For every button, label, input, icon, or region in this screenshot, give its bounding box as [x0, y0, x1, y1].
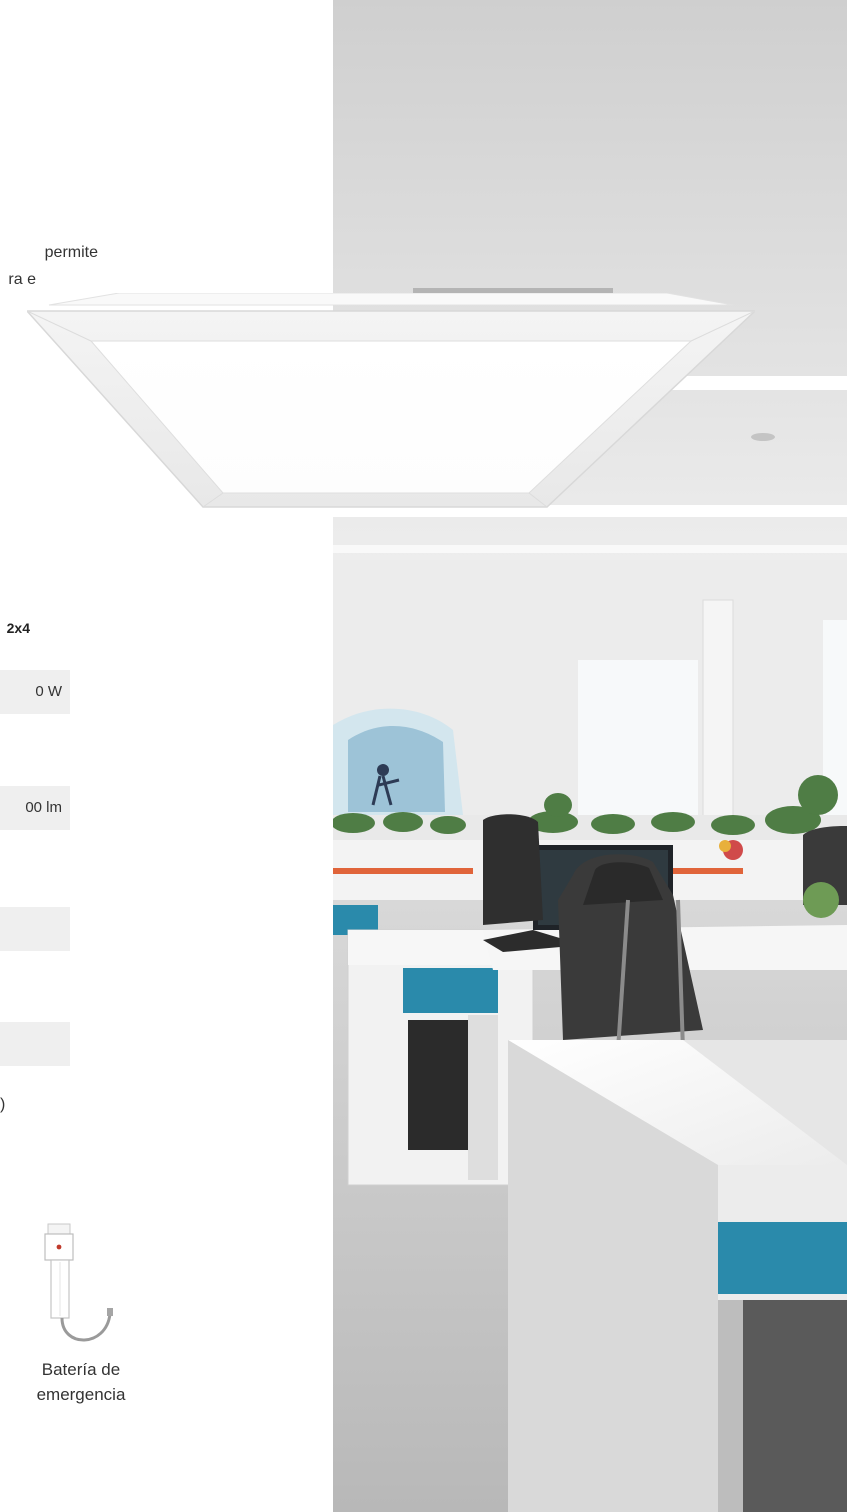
spec-value-flux: 00 lm — [0, 786, 70, 830]
led-panel-image — [27, 293, 755, 508]
spec-column-header: 2x4 — [6, 620, 30, 636]
description-line-1: permite — [44, 244, 98, 261]
emergency-battery-icon — [44, 1223, 113, 1342]
office-scene-illustration — [333, 0, 847, 1512]
product-info-column: permite ra e 2x4 0 W 00 lm ) Batería de … — [0, 0, 333, 1512]
spec-value-4 — [0, 1022, 70, 1066]
office-photo — [333, 0, 847, 1512]
spec-value-3 — [0, 907, 70, 951]
emergency-battery-label: Batería de emergencia — [36, 1360, 126, 1404]
spec-value-power: 0 W — [0, 670, 70, 714]
description-line-2: ra e — [8, 271, 36, 288]
page: permite ra e 2x4 0 W 00 lm ) Batería de … — [0, 0, 847, 1512]
spec-footnote: ) — [0, 1096, 6, 1113]
